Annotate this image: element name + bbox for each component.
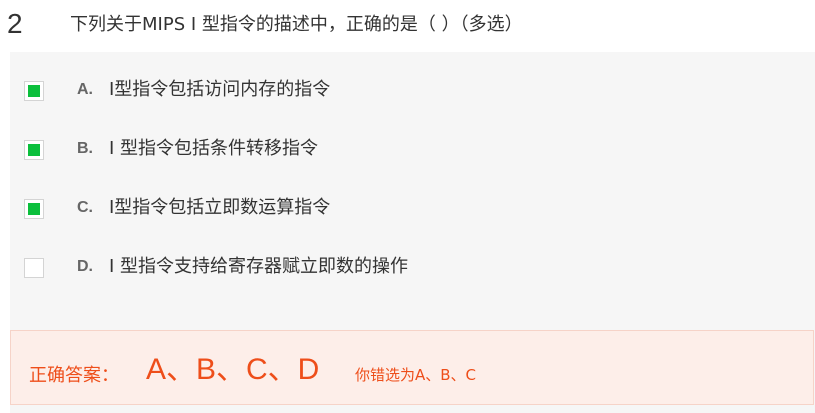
option-a-text: I型指令包括访问内存的指令 (109, 79, 331, 100)
wrong-selection-note: 你错选为A、B、C (355, 366, 477, 384)
option-b[interactable]: B. I 型指令包括条件转移指令 (10, 121, 815, 178)
correct-answer-label: 正确答案： (29, 365, 119, 386)
answer-box: 正确答案： A、B、C、D 你错选为A、B、C (10, 330, 814, 405)
option-b-text: I 型指令包括条件转移指令 (109, 138, 319, 159)
option-d[interactable]: D. I 型指令支持给寄存器赋立即数的操作 (10, 239, 815, 296)
question-header: 2 下列关于MIPS I 型指令的描述中，正确的是（ ）（多选） (0, 0, 815, 52)
option-c-letter: C. (77, 199, 93, 216)
correct-answer-value: A、B、C、D (146, 353, 320, 386)
option-a[interactable]: A. I型指令包括访问内存的指令 (10, 62, 815, 119)
option-c-text: I型指令包括立即数运算指令 (109, 197, 331, 218)
question-text: 下列关于MIPS I 型指令的描述中，正确的是（ ）（多选） (70, 14, 523, 35)
question-number: 2 (7, 8, 23, 39)
option-c-checkbox[interactable] (24, 199, 44, 219)
option-b-checkbox[interactable] (24, 140, 44, 160)
option-d-text: I 型指令支持给寄存器赋立即数的操作 (109, 256, 409, 277)
option-d-checkbox[interactable] (24, 258, 44, 278)
option-b-letter: B. (77, 140, 93, 157)
option-d-letter: D. (77, 258, 93, 275)
option-a-letter: A. (77, 81, 93, 98)
option-a-checkbox[interactable] (24, 81, 44, 101)
option-c[interactable]: C. I型指令包括立即数运算指令 (10, 180, 815, 237)
